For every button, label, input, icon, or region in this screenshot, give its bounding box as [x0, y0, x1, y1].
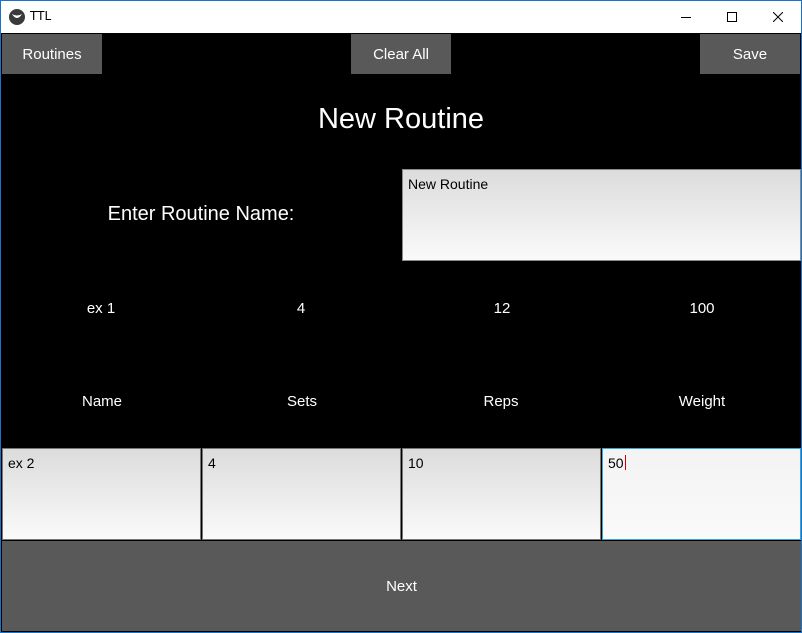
exercise-reps-value: 12 — [493, 300, 511, 317]
routines-button[interactable]: Routines — [2, 34, 102, 74]
new-exercise-name-input[interactable]: ex 2 — [2, 448, 201, 540]
new-exercise-reps-text: 10 — [408, 455, 424, 471]
new-exercise-name-text: ex 2 — [8, 455, 35, 471]
minimize-icon[interactable] — [663, 1, 709, 33]
new-exercise-sets-text: 4 — [208, 455, 216, 471]
text-caret — [624, 455, 626, 470]
new-exercise-weight-input[interactable]: 50 — [602, 448, 801, 540]
clear-all-button[interactable]: Clear All — [351, 34, 451, 74]
app-content: Routines Clear All Save New Routine Ente… — [1, 33, 801, 632]
maximize-icon[interactable] — [709, 1, 755, 33]
close-icon[interactable] — [755, 1, 801, 33]
column-header-weight: Weight — [678, 393, 726, 410]
next-button[interactable]: Next — [2, 541, 801, 631]
column-header-name: Name — [81, 393, 122, 410]
page-title: New Routine — [317, 103, 485, 135]
column-header-reps: Reps — [483, 393, 519, 410]
column-header-sets: Sets — [286, 393, 317, 410]
save-button[interactable]: Save — [700, 34, 800, 74]
exercise-weight-value: 100 — [689, 300, 715, 317]
routine-name-input[interactable]: New Routine — [402, 169, 801, 261]
exercise-sets-value: 4 — [296, 300, 306, 317]
routine-name-label: Enter Routine Name: — [107, 203, 295, 225]
title-bar[interactable]: TTL — [1, 1, 801, 33]
app-icon — [9, 9, 25, 25]
exercise-name-value: ex 1 — [86, 300, 116, 317]
new-exercise-weight-text: 50 — [608, 455, 624, 471]
app-window: TTL Routines Clear All Save New Routine … — [0, 0, 802, 633]
new-exercise-reps-input[interactable]: 10 — [402, 448, 601, 540]
new-exercise-sets-input[interactable]: 4 — [202, 448, 401, 540]
window-title: TTL — [30, 9, 52, 23]
